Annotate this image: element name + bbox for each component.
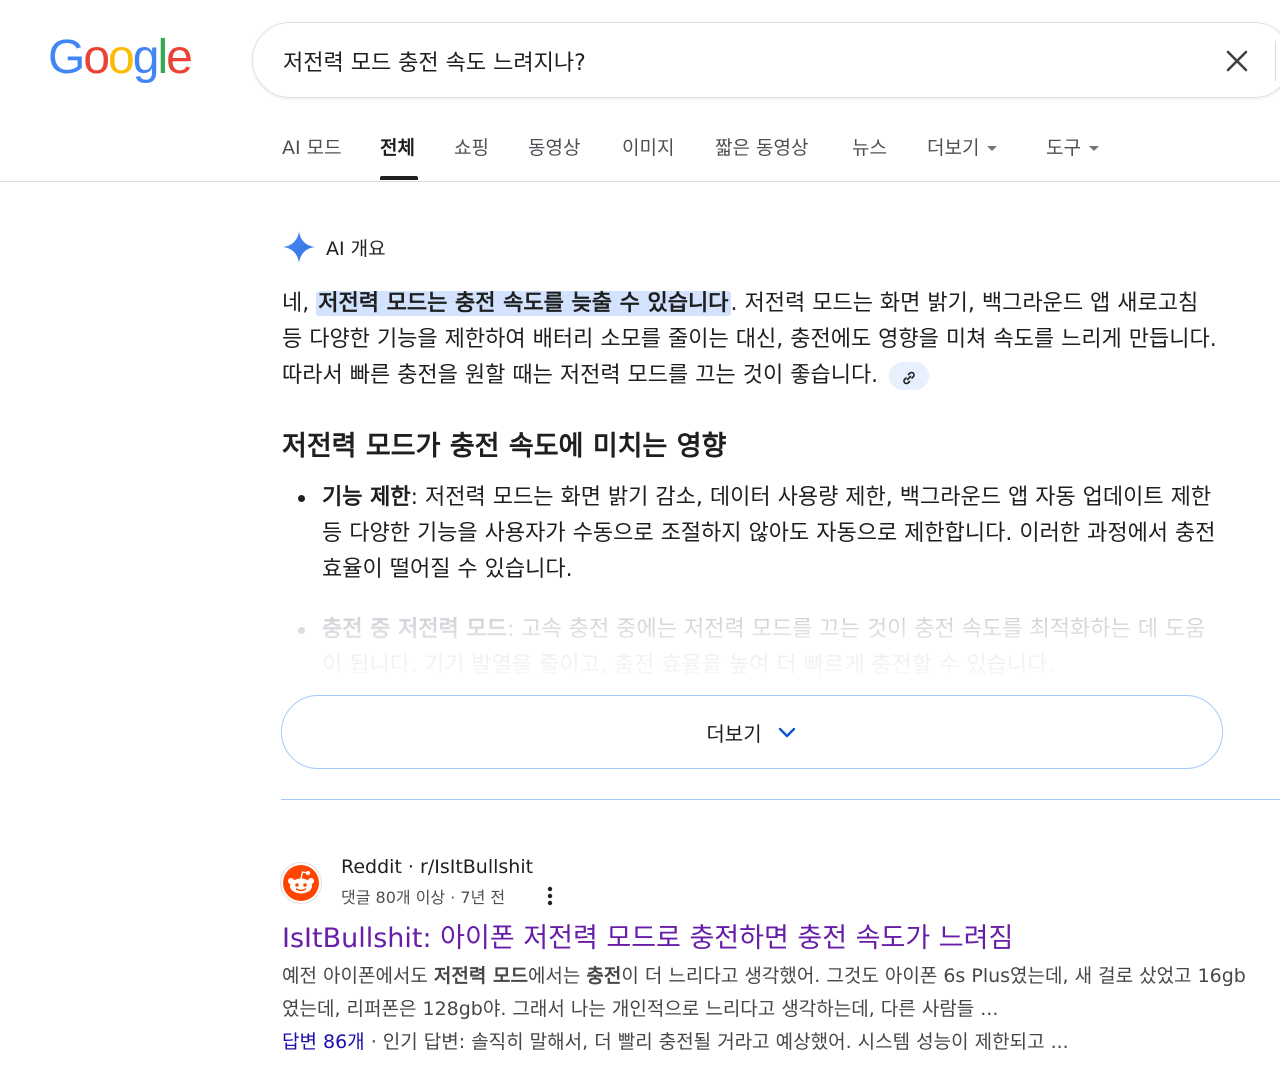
result-title-link[interactable]: IsItBullshit: 아이폰 저전력 모드로 충전하면 충전 속도가 느려… [282, 916, 1013, 955]
summary-prefix: 네, [282, 291, 317, 316]
tab-more[interactable]: 더보기 [927, 133, 998, 160]
chevron-down-icon [1088, 146, 1099, 151]
ai-overview-title: AI 개요 [326, 237, 386, 260]
snippet-emphasis: 저전력 모드 [433, 965, 528, 987]
summary-highlight[interactable]: 저전력 모드는 충전 속도를 늦출 수 있습니다 [316, 291, 731, 316]
result-snippet: 예전 아이폰에서도 저전력 모드에서는 충전이 더 느리다고 생각했어. 그것도… [282, 960, 1252, 1026]
ai-overview-section-heading: 저전력 모드가 충전 속도에 미치는 영향 [282, 431, 727, 462]
clear-search-button[interactable] [1221, 45, 1253, 77]
ai-overview-header: AI 개요 [282, 230, 386, 264]
logo-letter: o [83, 31, 110, 84]
reddit-icon [283, 865, 319, 901]
tab-news[interactable]: 뉴스 [852, 133, 887, 160]
result-meta: 댓글 80개 이상 · 7년 전 [341, 888, 506, 907]
tab-all[interactable]: 전체 [380, 133, 415, 160]
bullet-term: 충전 중 저전력 모드 [322, 617, 507, 642]
logo-letter: o [108, 31, 135, 84]
list-item: 충전 중 저전력 모드: 고속 충전 중에는 저전력 모드를 끄는 것이 충전 … [298, 612, 1222, 684]
logo-letter: l [157, 31, 168, 84]
list-item: 기능 제한: 저전력 모드는 화면 밝기 감소, 데이터 사용량 제한, 백그라… [298, 480, 1222, 588]
tab-images[interactable]: 이미지 [622, 133, 674, 160]
tab-more-label: 더보기 [927, 137, 980, 159]
search-input[interactable]: 저전력 모드 충전 속도 느려지나? [283, 45, 586, 77]
show-more-label: 더보기 [706, 721, 762, 746]
more-vert-icon [547, 886, 553, 906]
result-site-name[interactable]: Reddit · r/IsItBullshit [341, 856, 533, 878]
answers-count-link[interactable]: 답변 86개 [282, 1031, 365, 1053]
logo-letter: G [48, 31, 85, 84]
gemini-sparkle-icon [283, 231, 315, 263]
ai-overview-summary: 네, 저전력 모드는 충전 속도를 늦출 수 있습니다. 저전력 모드는 화면 … [282, 286, 1222, 394]
logo-letter: g [132, 31, 160, 84]
snippet-emphasis: 충전 [586, 965, 622, 987]
chevron-down-icon [987, 146, 998, 151]
search-box[interactable]: 저전력 모드 충전 속도 느려지나? [252, 22, 1280, 98]
bullet-text: : 저전력 모드는 화면 밝기 감소, 데이터 사용량 제한, 백그라운드 앱 … [322, 485, 1216, 582]
reddit-favicon[interactable] [280, 862, 322, 904]
tab-tools-label: 도구 [1046, 137, 1081, 159]
source-link-chip[interactable] [889, 362, 930, 390]
section-divider [281, 799, 1280, 800]
active-tab-indicator [380, 176, 418, 180]
result-options-button[interactable] [540, 884, 560, 908]
tab-tools[interactable]: 도구 [1046, 133, 1099, 160]
ai-overview-bullets: 기능 제한: 저전력 모드는 화면 밝기 감소, 데이터 사용량 제한, 백그라… [298, 480, 1222, 708]
snippet-text: 에서는 [527, 965, 587, 987]
snippet-text: 예전 아이폰에서도 [282, 965, 434, 987]
bullet-term: 기능 제한 [322, 485, 411, 510]
tab-videos[interactable]: 동영상 [528, 133, 580, 160]
header-divider [0, 181, 1280, 182]
chevron-down-icon [778, 727, 795, 738]
tab-short-videos[interactable]: 짧은 동영상 [715, 133, 808, 160]
answers-summary: · 인기 답변: 솔직히 말해서, 더 빨리 충전될 거라고 예상했어. 시스템… [364, 1031, 1069, 1053]
link-icon [903, 371, 915, 385]
result-answers: 답변 86개 · 인기 답변: 솔직히 말해서, 더 빨리 충전될 거라고 예상… [282, 1026, 1272, 1059]
search-divider [1275, 41, 1276, 81]
logo-letter: e [166, 31, 193, 84]
close-icon [1226, 50, 1248, 72]
google-logo[interactable]: Google [48, 30, 193, 85]
tab-shopping[interactable]: 쇼핑 [454, 133, 489, 160]
show-more-button[interactable]: 더보기 [281, 695, 1223, 769]
tab-ai-mode[interactable]: AI 모드 [282, 133, 342, 160]
